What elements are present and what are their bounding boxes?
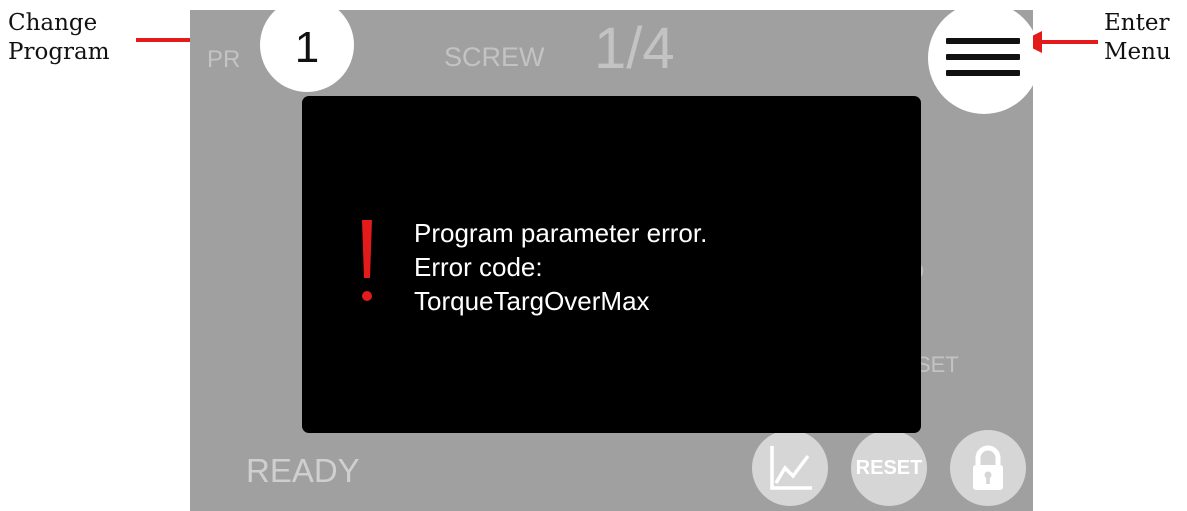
screw-label: SCREW bbox=[444, 42, 545, 72]
status-text: READY bbox=[246, 452, 360, 489]
change-program-button[interactable]: 1 bbox=[260, 10, 354, 92]
program-label: PR bbox=[207, 46, 241, 73]
lock-button[interactable] bbox=[950, 430, 1026, 506]
reset-button[interactable]: RESET bbox=[851, 430, 927, 506]
error-dialog: Program parameter error. Error code: Tor… bbox=[302, 96, 921, 433]
error-code-value: TorqueTargOverMax bbox=[414, 286, 650, 316]
left-arrow-annotation bbox=[1020, 31, 1098, 53]
lock-icon bbox=[973, 445, 1003, 490]
exclamation-icon bbox=[362, 220, 372, 301]
callout-line: Change bbox=[8, 10, 98, 36]
screw-count: 1/4 bbox=[594, 16, 675, 81]
error-message: Program parameter error. Error code: Tor… bbox=[414, 216, 894, 318]
callout-line: Program bbox=[8, 39, 110, 65]
background-label-fragment: SET bbox=[916, 352, 959, 377]
error-code-label: Error code: bbox=[414, 252, 543, 282]
menu-button[interactable] bbox=[928, 10, 1033, 114]
callout-enter-menu: Enter Menu bbox=[1104, 9, 1171, 67]
callout-line: Menu bbox=[1104, 39, 1171, 65]
callout-change-program: Change Program bbox=[8, 9, 110, 67]
error-title: Program parameter error. bbox=[414, 218, 708, 248]
callout-line: Enter bbox=[1104, 10, 1170, 36]
graph-icon bbox=[770, 446, 812, 490]
graph-button[interactable] bbox=[752, 430, 828, 506]
